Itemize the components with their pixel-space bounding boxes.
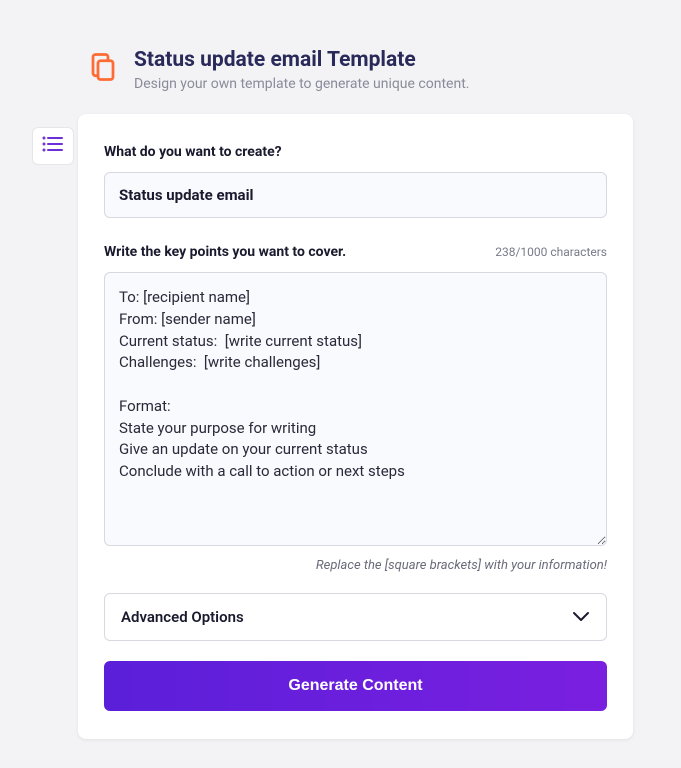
sidebar-toggle-button[interactable] (32, 127, 74, 165)
page-header: Status update email Template Design your… (0, 0, 681, 92)
keypoints-textarea[interactable] (104, 272, 607, 546)
helper-text: Replace the [square brackets] with your … (104, 558, 607, 573)
advanced-options-label: Advanced Options (121, 608, 244, 626)
chevron-down-icon (572, 608, 590, 626)
copy-icon (88, 52, 118, 82)
create-input[interactable] (104, 172, 607, 218)
page-subtitle: Design your own template to generate uni… (134, 76, 469, 92)
advanced-options-toggle[interactable]: Advanced Options (104, 593, 607, 641)
char-count: 238/1000 characters (495, 245, 607, 259)
keypoints-label: Write the key points you want to cover. (104, 244, 346, 260)
create-label: What do you want to create? (104, 144, 607, 160)
page-title: Status update email Template (134, 48, 469, 72)
template-form-card: What do you want to create? Write the ke… (78, 114, 633, 739)
generate-content-button[interactable]: Generate Content (104, 661, 607, 711)
list-icon (42, 135, 64, 157)
